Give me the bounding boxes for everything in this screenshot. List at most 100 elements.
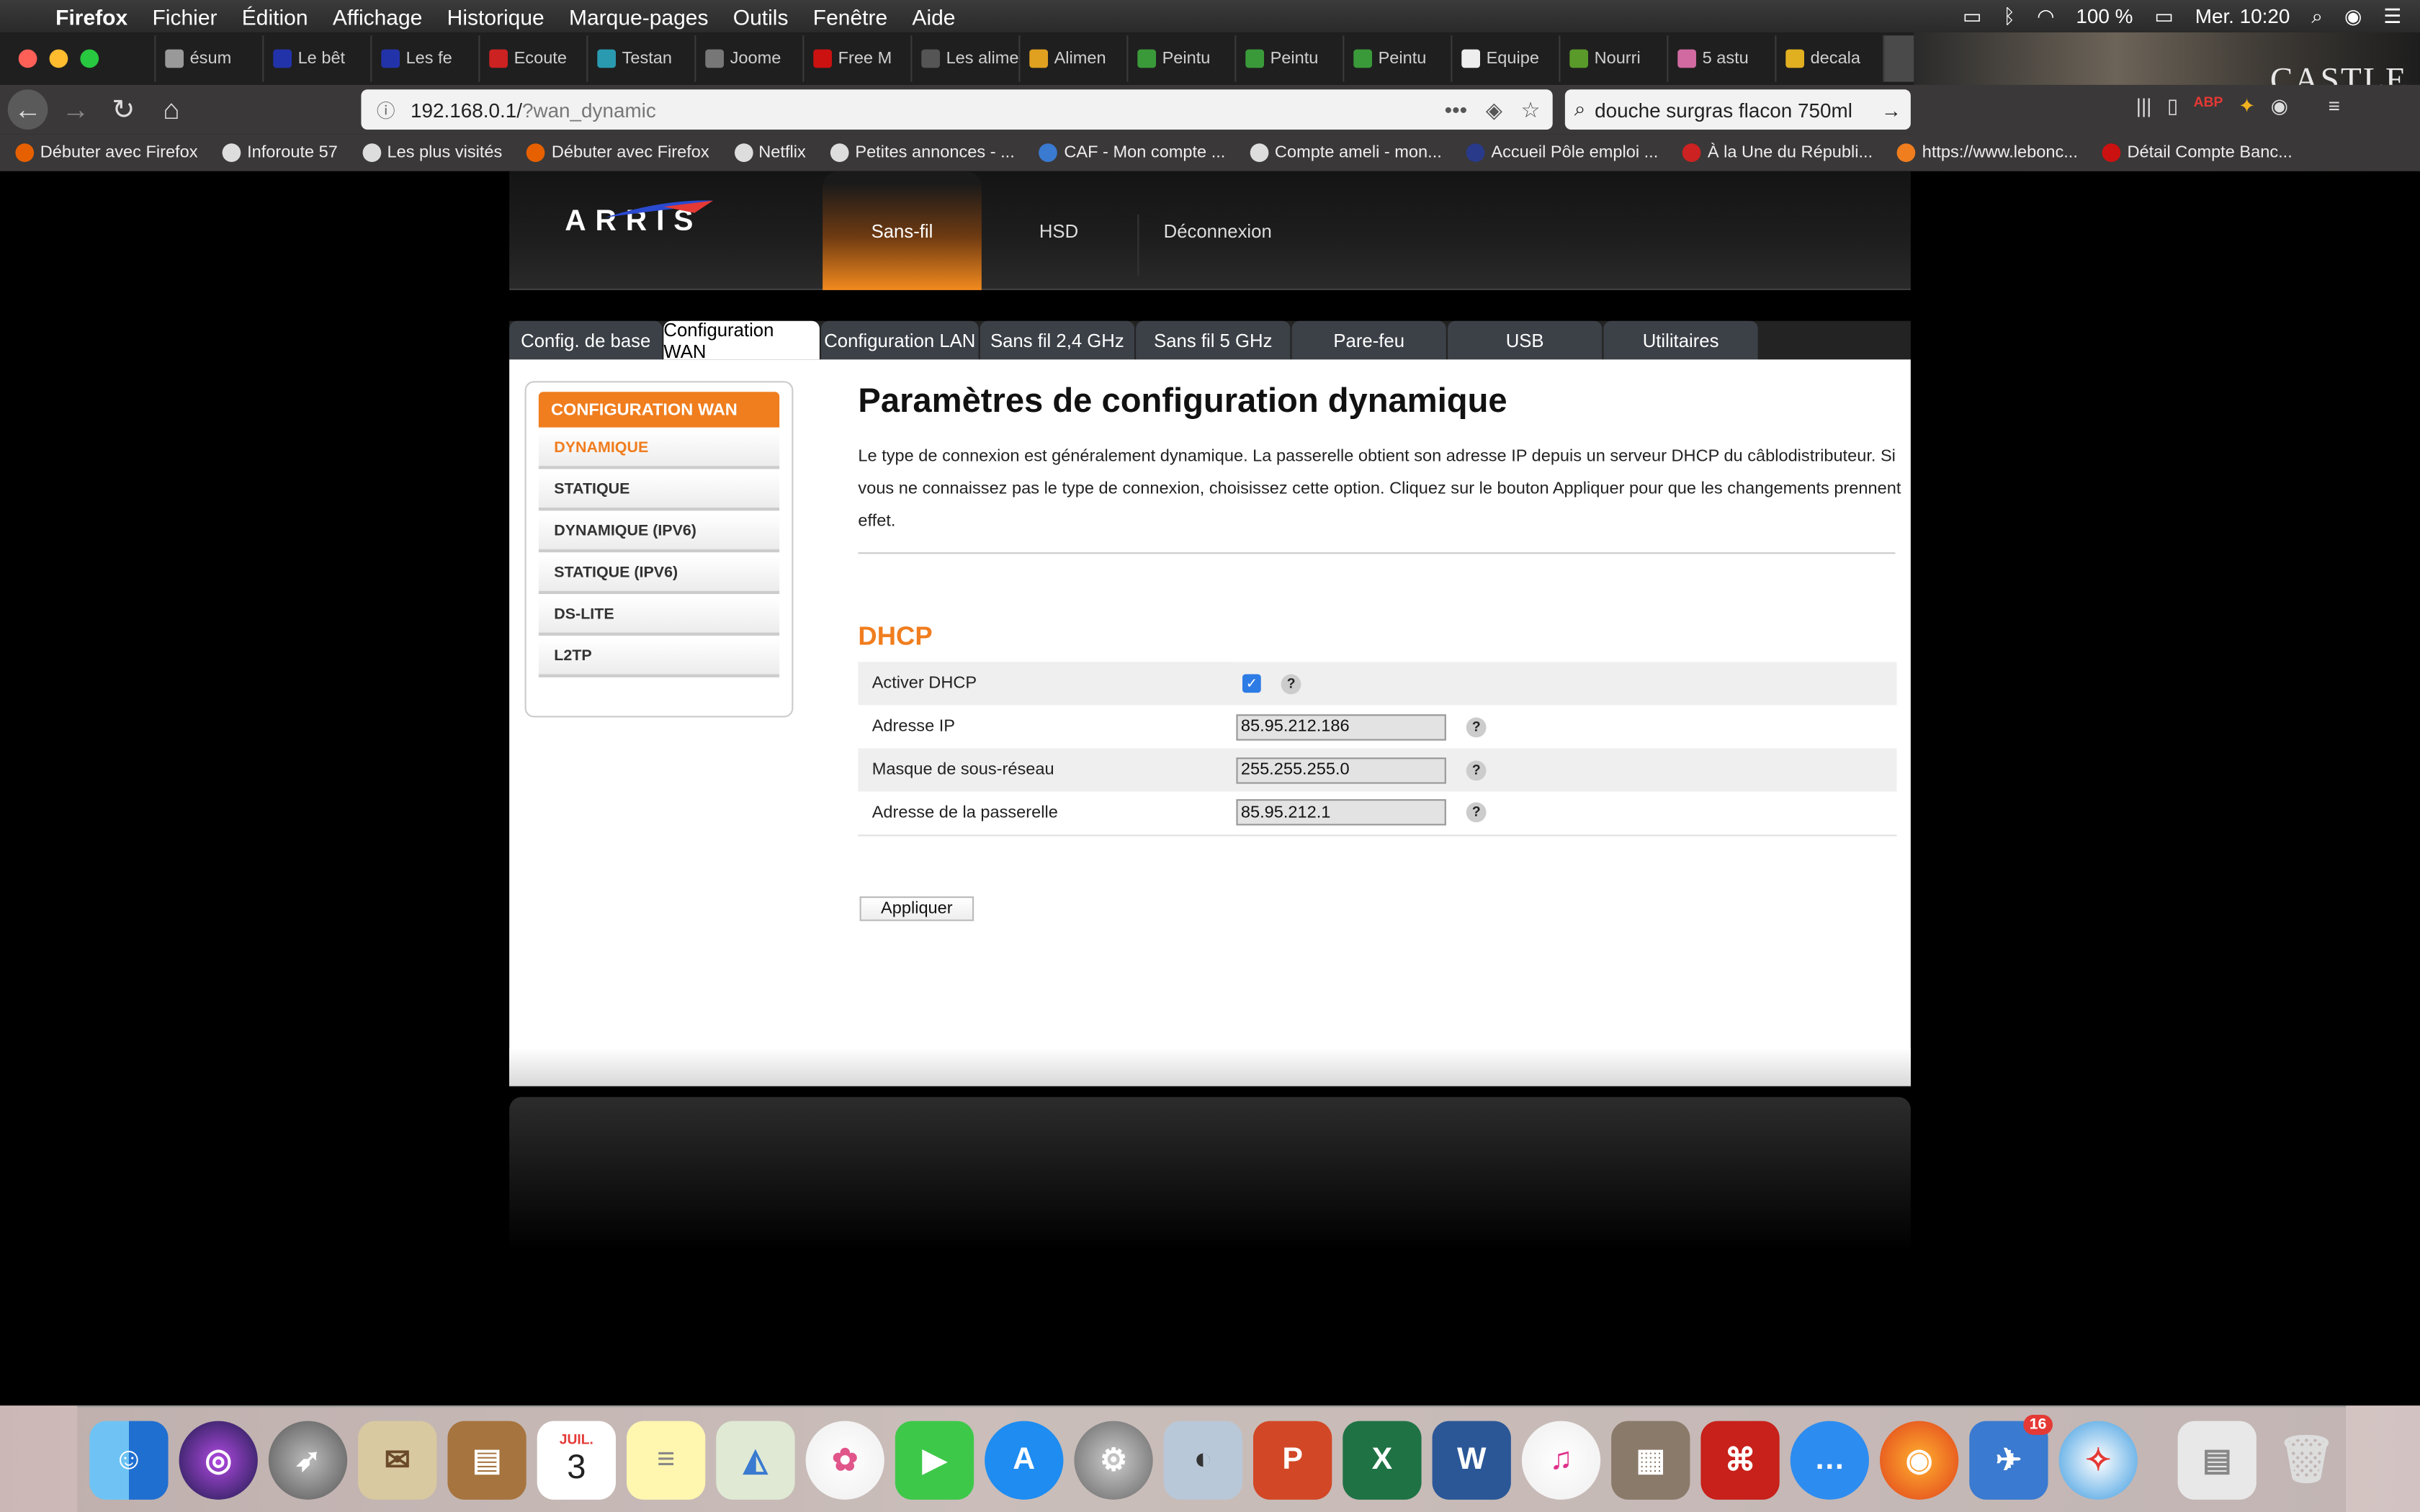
help-icon[interactable]: ?: [1466, 803, 1487, 823]
account-icon[interactable]: ◉: [2271, 94, 2288, 119]
nav-sans-fil[interactable]: Sans-fil: [823, 171, 982, 290]
powerpoint-icon[interactable]: P: [1253, 1420, 1332, 1499]
menu-aide[interactable]: Aide: [900, 4, 967, 28]
firefox-dock-icon[interactable]: ◉: [1880, 1420, 1959, 1499]
bookmark-item[interactable]: Inforoute 57: [207, 143, 346, 162]
search-bar[interactable]: ⌕ →: [1564, 89, 1911, 130]
page-actions-icon[interactable]: •••: [1445, 96, 1468, 122]
calculator-icon[interactable]: ▦: [1611, 1420, 1690, 1499]
tab-config-de-base[interactable]: Config. de base: [509, 320, 663, 360]
bookmark-item[interactable]: Détail Compte Banc...: [2087, 143, 2302, 162]
bookmark-item[interactable]: Netflix: [719, 143, 815, 162]
browser-tab[interactable]: Le bêt: [262, 35, 370, 82]
library-icon[interactable]: |||: [2136, 94, 2152, 119]
search-input[interactable]: [1595, 98, 1873, 122]
airmail-icon[interactable]: ✈ 16: [1969, 1413, 2053, 1499]
launchpad-icon[interactable]: ➶: [268, 1420, 348, 1499]
bookmark-item[interactable]: Les plus visités: [347, 143, 511, 162]
site-info-icon[interactable]: ⓘ: [377, 96, 395, 122]
documents-stack-icon[interactable]: ▤: [2177, 1420, 2257, 1499]
sidebar-item-l2tp[interactable]: L2TP: [538, 639, 780, 678]
bookmark-star-icon[interactable]: ☆: [1521, 96, 1541, 122]
browser-tab[interactable]: Alimen: [1018, 35, 1126, 82]
trash-icon[interactable]: 🗑: [2267, 1420, 2346, 1498]
browser-tab[interactable]: Ecoute: [478, 35, 586, 82]
system-preferences-icon[interactable]: ⚙: [1074, 1420, 1153, 1499]
subnet-mask-field[interactable]: [1236, 757, 1446, 783]
acrobat-icon[interactable]: ⌘: [1700, 1420, 1780, 1499]
notification-center-icon[interactable]: ☰: [2383, 4, 2401, 28]
bookmark-item[interactable]: CAF - Mon compte ...: [1024, 143, 1235, 162]
reload-button[interactable]: ↻: [104, 89, 144, 130]
bookmark-item[interactable]: Débuter avec Firefox: [0, 143, 207, 162]
word-icon[interactable]: W: [1432, 1420, 1511, 1499]
sidebar-item-ds-lite[interactable]: DS-LITE: [538, 597, 780, 636]
tab-pare-feu[interactable]: Pare-feu: [1291, 320, 1446, 360]
sidebar-item-statique[interactable]: STATIQUE: [538, 472, 780, 511]
mail-stamp-icon[interactable]: ✉: [358, 1420, 437, 1499]
browser-tab[interactable]: Testan: [586, 35, 694, 82]
minimize-window-button[interactable]: [49, 49, 68, 68]
back-button[interactable]: ←: [7, 89, 48, 130]
browser-tab[interactable]: Nourri: [1559, 35, 1667, 82]
menu-fichier[interactable]: Fichier: [140, 4, 229, 28]
extension-icon[interactable]: ✦: [2238, 94, 2255, 119]
maps-icon[interactable]: ◭: [716, 1420, 795, 1499]
photos-icon[interactable]: ✿: [805, 1420, 884, 1499]
app-store-icon[interactable]: A: [985, 1420, 1064, 1499]
menu-hamburger-icon[interactable]: ≡: [2329, 94, 2340, 119]
menu-app-name[interactable]: Firefox: [43, 4, 140, 28]
airplay-icon[interactable]: ▭: [1963, 4, 1981, 28]
help-icon[interactable]: ?: [1466, 716, 1487, 737]
browser-tab[interactable]: Peintu: [1343, 35, 1451, 82]
browser-tab[interactable]: 5 astu: [1667, 35, 1775, 82]
url-bar[interactable]: ⓘ 192.168.0.1/?wan_dynamic ••• ◈ ☆: [361, 89, 1553, 130]
siri-dock-icon[interactable]: ◎: [179, 1420, 258, 1499]
apply-button[interactable]: Appliquer: [859, 896, 974, 922]
bookmark-item[interactable]: À la Une du Républi...: [1667, 143, 1882, 162]
forward-button[interactable]: →: [55, 89, 96, 130]
wifi-icon[interactable]: ◠: [2037, 4, 2054, 28]
clock[interactable]: Mer. 10:20: [2195, 4, 2290, 27]
menu-outils[interactable]: Outils: [721, 4, 801, 28]
tab-configuration-wan[interactable]: Configuration WAN: [663, 319, 820, 361]
contacts-icon[interactable]: ▤: [447, 1420, 526, 1499]
browser-tab[interactable]: Les fe: [370, 35, 478, 82]
browser-tab[interactable]: Free M: [802, 35, 910, 82]
browser-tab[interactable]: Equipe: [1451, 35, 1559, 82]
tab-utilitaires[interactable]: Utilitaires: [1603, 320, 1758, 360]
sidebar-icon[interactable]: ▯: [2167, 94, 2178, 119]
bookmark-item[interactable]: https://www.lebonc...: [1882, 143, 2087, 162]
tab-sans-fil-5[interactable]: Sans fil 5 GHz: [1136, 320, 1291, 360]
nav-hsd[interactable]: HSD: [982, 171, 1136, 290]
pocket-icon[interactable]: ◈: [1486, 96, 1502, 122]
tab-sans-fil-24[interactable]: Sans fil 2,4 GHz: [980, 320, 1134, 360]
sidebar-item-dynamique[interactable]: DYNAMIQUE: [538, 430, 780, 469]
calendar-icon[interactable]: JUIL. 3: [537, 1420, 616, 1499]
spotlight-search-icon[interactable]: ⌕: [2311, 4, 2323, 28]
siri-icon[interactable]: ◉: [2344, 4, 2362, 28]
help-icon[interactable]: ?: [1281, 673, 1301, 694]
finder-icon[interactable]: ☺: [89, 1420, 169, 1499]
gateway-field[interactable]: [1236, 799, 1446, 826]
sidebar-item-dynamique-ipv6[interactable]: DYNAMIQUE (IPV6): [538, 513, 780, 553]
itunes-icon[interactable]: ♫: [1521, 1420, 1601, 1499]
excel-icon[interactable]: X: [1343, 1420, 1422, 1499]
facetime-icon[interactable]: ▶: [895, 1420, 974, 1499]
bookmark-item[interactable]: Accueil Pôle emploi ...: [1451, 143, 1667, 162]
search-go-icon[interactable]: →: [1881, 98, 1901, 121]
tab-usb[interactable]: USB: [1447, 320, 1603, 360]
menu-fenetre[interactable]: Fenêtre: [801, 4, 900, 28]
menu-historique[interactable]: Historique: [435, 4, 557, 28]
tab-configuration-lan[interactable]: Configuration LAN: [821, 320, 979, 360]
bookmark-item[interactable]: Débuter avec Firefox: [511, 143, 718, 162]
dhcp-enable-checkbox[interactable]: ✓: [1242, 674, 1261, 693]
nav-deconnexion[interactable]: Déconnexion: [1139, 171, 1296, 290]
notes-icon[interactable]: ≡: [627, 1420, 706, 1499]
close-window-button[interactable]: [18, 49, 37, 68]
preview-icon[interactable]: ◐: [1163, 1420, 1242, 1499]
menu-affichage[interactable]: Affichage: [321, 4, 435, 28]
browser-tab[interactable]: ésum: [154, 35, 262, 82]
battery-icon[interactable]: ▭: [2154, 4, 2173, 28]
menu-marque-pages[interactable]: Marque-pages: [557, 4, 721, 28]
